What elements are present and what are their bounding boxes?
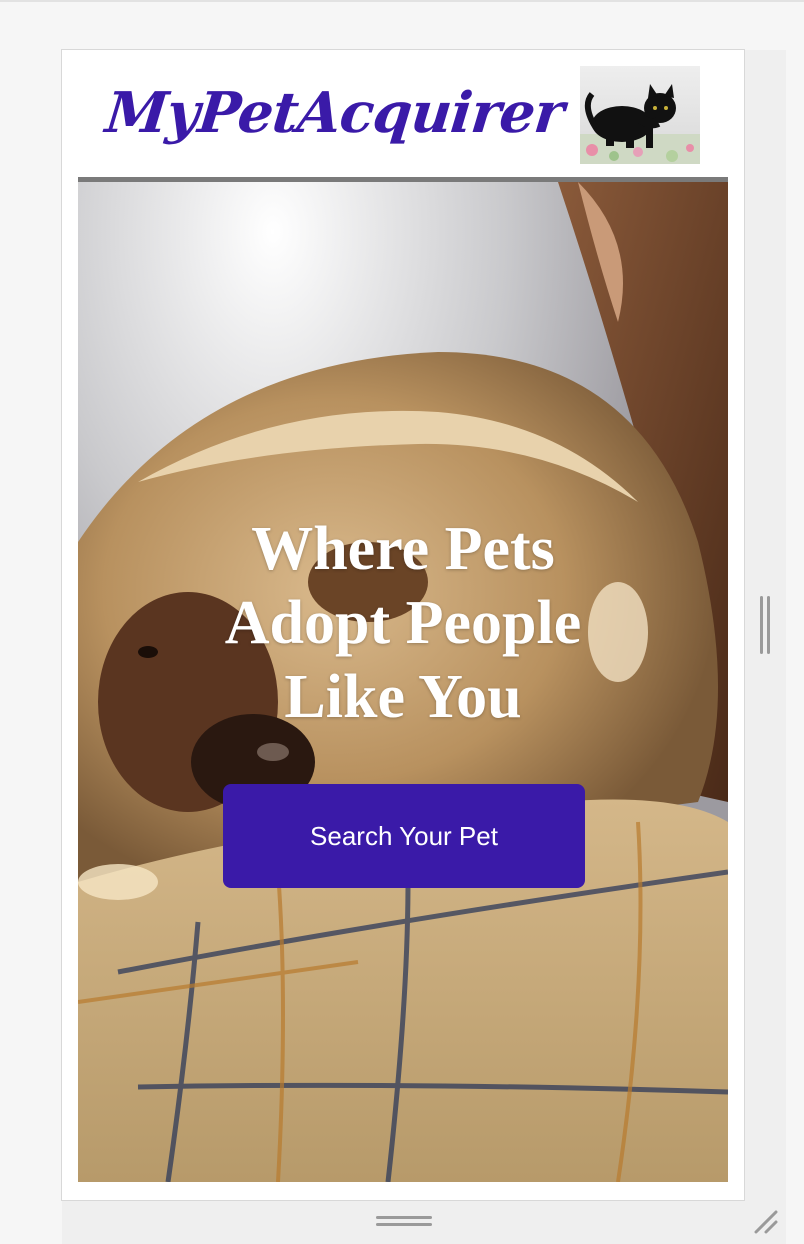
top-border	[0, 0, 804, 2]
hero-headline: Where Pets Adopt People Like You	[78, 512, 728, 734]
resize-corner-icon[interactable]	[752, 1208, 780, 1236]
resize-handle-horizontal-icon[interactable]	[376, 1216, 432, 1228]
headline-line-2: Adopt People	[224, 589, 582, 657]
headline-line-3: Like You	[284, 663, 522, 731]
headline-line-1: Where Pets	[251, 515, 555, 583]
site-logo[interactable]: MyPetAcquirer	[103, 80, 567, 146]
device-viewport: MyPetAcquirer Where Pets Adopt People Li…	[61, 49, 745, 1201]
hero-section: Where Pets Adopt People Like You Search …	[78, 182, 728, 1182]
site-header: MyPetAcquirer	[78, 50, 728, 178]
search-your-pet-button[interactable]: Search Your Pet	[223, 784, 585, 888]
black-cat-photo-icon	[580, 66, 700, 164]
resize-handle-vertical-icon[interactable]	[760, 596, 772, 654]
